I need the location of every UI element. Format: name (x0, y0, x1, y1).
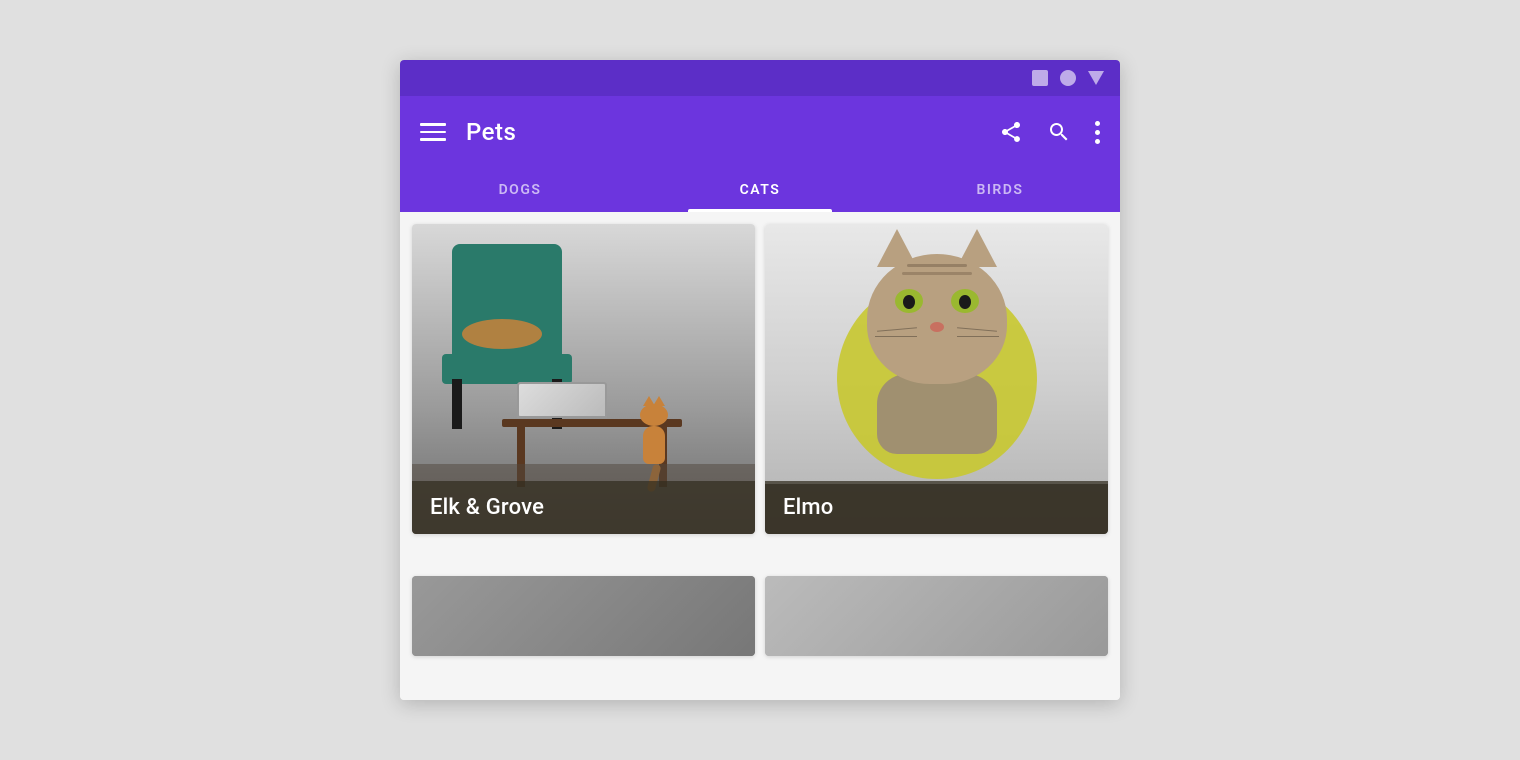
search-icon[interactable] (1047, 120, 1071, 144)
partial-image-1 (412, 576, 755, 656)
cat-body-small (643, 426, 665, 464)
tabs-bar: DOGS CATS BIRDS (400, 168, 1120, 212)
content-grid: Elk & Grove (400, 212, 1120, 700)
cat-lying (462, 319, 542, 349)
cat-eye-right (951, 289, 979, 313)
laptop-screen (519, 384, 605, 416)
tab-cats[interactable]: CATS (640, 168, 880, 212)
cat-eye-left (895, 289, 923, 313)
head-stripe-1 (907, 264, 967, 267)
more-dot-2 (1095, 130, 1100, 135)
card-partial-1[interactable] (412, 576, 755, 656)
card-label-elk-grove: Elk & Grove (412, 481, 755, 534)
cat-pupil-left (903, 295, 915, 309)
card-elmo[interactable]: Elmo (765, 224, 1108, 534)
laptop (517, 382, 607, 418)
whisker-left-2 (875, 336, 917, 337)
whisker-left-1 (877, 327, 917, 331)
hamburger-line-1 (420, 123, 446, 126)
card-label-elmo: Elmo (765, 481, 1108, 534)
status-icon-circle (1060, 70, 1076, 86)
hamburger-line-3 (420, 138, 446, 141)
app-title: Pets (466, 118, 979, 146)
cat-ear-left (877, 229, 917, 267)
chair-leg-left (452, 379, 462, 429)
card-partial-2[interactable] (765, 576, 1108, 656)
cat-nose (930, 322, 944, 332)
hamburger-line-2 (420, 131, 446, 134)
hamburger-menu-icon[interactable] (420, 123, 446, 141)
status-icon-triangle (1088, 71, 1104, 85)
more-dot-1 (1095, 121, 1100, 126)
whisker-right-1 (957, 327, 997, 331)
status-bar (400, 60, 1120, 96)
cat-ear-right-small (653, 396, 665, 406)
more-options-icon[interactable] (1095, 121, 1100, 144)
whisker-right-2 (957, 336, 999, 337)
cat-pupil-right (959, 295, 971, 309)
app-bar: Pets (400, 96, 1120, 168)
head-stripe-2 (902, 272, 972, 275)
cat-head (867, 254, 1007, 384)
cat-body (877, 374, 997, 454)
tab-dogs[interactable]: DOGS (400, 168, 640, 212)
app-bar-actions (999, 120, 1100, 144)
status-icon-square (1032, 70, 1048, 86)
phone-container: Pets DOGS (400, 60, 1120, 700)
partial-image-2 (765, 576, 1108, 656)
share-icon[interactable] (999, 120, 1023, 144)
card-elk-grove[interactable]: Elk & Grove (412, 224, 755, 534)
tab-birds[interactable]: BIRDS (880, 168, 1120, 212)
more-dot-3 (1095, 139, 1100, 144)
cat-ear-right (957, 229, 997, 267)
cat-face (857, 254, 1017, 414)
